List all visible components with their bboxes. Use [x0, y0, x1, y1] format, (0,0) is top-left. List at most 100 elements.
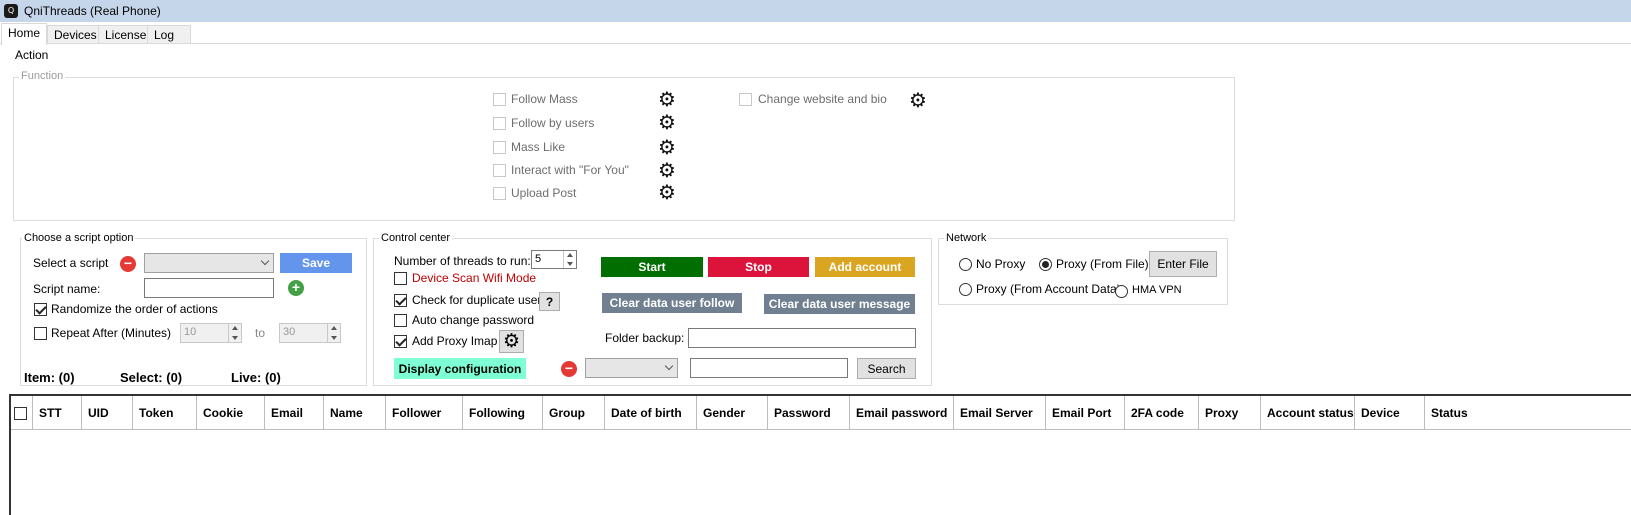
mass-like-checkbox[interactable]	[493, 141, 506, 154]
hma-vpn-radio[interactable]	[1115, 285, 1128, 298]
repeat-to-value: 30	[283, 326, 296, 338]
add-proxy-imap-label: Add Proxy Imap	[412, 334, 498, 348]
auto-change-password-checkbox[interactable]	[394, 314, 407, 327]
proxy-file-label: Proxy (From File)	[1056, 257, 1149, 271]
repeat-from-spinner[interactable]: 10	[180, 323, 242, 343]
column-password[interactable]: Password	[768, 396, 850, 430]
threads-value: 5	[535, 253, 542, 265]
column-gender[interactable]: Gender	[697, 396, 768, 430]
tab-devices[interactable]: Devices	[47, 25, 99, 44]
threads-spinner[interactable]: 5	[531, 250, 577, 269]
network-title: Network	[944, 232, 989, 244]
chevron-down-icon	[260, 256, 270, 266]
select-script-label: Select a script	[33, 256, 109, 270]
app-icon: Q	[4, 4, 18, 18]
column-email-password[interactable]: Email password	[850, 396, 954, 430]
column-uid[interactable]: UID	[82, 396, 133, 430]
column-email-port[interactable]: Email Port	[1046, 396, 1125, 430]
spinner-arrows-icon[interactable]	[327, 324, 340, 342]
repeat-to-spinner[interactable]: 30	[279, 323, 341, 343]
column-token[interactable]: Token	[133, 396, 197, 430]
follow-mass-gear-icon[interactable]: ⚙	[658, 89, 676, 109]
mass-like-gear-icon[interactable]: ⚙	[658, 137, 676, 157]
start-button[interactable]: Start	[601, 257, 703, 277]
follow-mass-label: Follow Mass	[511, 92, 578, 106]
column-following[interactable]: Following	[463, 396, 543, 430]
window-title: QniThreads (Real Phone)	[24, 4, 161, 18]
spinner-arrows-icon[interactable]	[228, 324, 241, 342]
tab-log[interactable]: Log	[147, 25, 191, 44]
column-group[interactable]: Group	[543, 396, 605, 430]
interact-for-you-gear-icon[interactable]: ⚙	[658, 160, 676, 180]
help-button[interactable]: ?	[539, 292, 560, 311]
add-account-button[interactable]: Add account	[815, 257, 915, 277]
change-website-bio-checkbox[interactable]	[739, 93, 752, 106]
column-proxy[interactable]: Proxy	[1199, 396, 1261, 430]
randomize-checkbox[interactable]	[34, 303, 47, 316]
title-bar: Q QniThreads (Real Phone)	[0, 0, 1631, 22]
function-label: Function	[19, 70, 66, 82]
clear-data-message-button[interactable]: Clear data user message	[764, 294, 915, 314]
table-header: STT UID Token Cookie Email Name Follower…	[11, 396, 1631, 430]
column-stt[interactable]: STT	[33, 396, 82, 430]
filter-dropdown[interactable]	[585, 358, 678, 378]
display-configuration-button[interactable]: Display configuration	[394, 358, 526, 379]
randomize-label: Randomize the order of actions	[51, 302, 218, 316]
script-name-label: Script name:	[33, 282, 101, 296]
column-date-of-birth[interactable]: Date of birth	[605, 396, 697, 430]
upload-post-checkbox[interactable]	[493, 187, 506, 200]
remove-filter-icon[interactable]: −	[561, 361, 577, 377]
select-all-checkbox[interactable]	[14, 406, 27, 420]
proxy-imap-gear-icon[interactable]: ⚙	[499, 330, 524, 353]
search-button[interactable]: Search	[857, 358, 916, 379]
column-status[interactable]: Status	[1425, 396, 1631, 430]
search-input[interactable]	[690, 358, 848, 378]
spinner-arrows-icon[interactable]	[563, 251, 576, 268]
tab-strip: Home Devices License Log	[0, 23, 1631, 45]
check-duplicate-label: Check for duplicate users	[412, 293, 548, 307]
tab-divider	[0, 43, 1631, 44]
stop-button[interactable]: Stop	[708, 257, 809, 277]
interact-for-you-checkbox[interactable]	[493, 164, 506, 177]
add-script-icon[interactable]: +	[288, 280, 304, 296]
script-name-input[interactable]	[144, 278, 274, 298]
column-follower[interactable]: Follower	[386, 396, 463, 430]
select-all-cell[interactable]	[11, 396, 33, 430]
function-group	[13, 77, 1235, 221]
column-2fa-code[interactable]: 2FA code	[1125, 396, 1199, 430]
mass-like-label: Mass Like	[511, 140, 566, 154]
clear-data-follow-button[interactable]: Clear data user follow	[602, 293, 742, 313]
proxy-file-radio[interactable]	[1039, 258, 1052, 271]
folder-backup-input[interactable]	[688, 328, 916, 348]
column-email-server[interactable]: Email Server	[954, 396, 1046, 430]
follow-mass-checkbox[interactable]	[493, 93, 506, 106]
device-scan-checkbox[interactable]	[394, 272, 407, 285]
column-device[interactable]: Device	[1355, 396, 1425, 430]
upload-post-gear-icon[interactable]: ⚙	[658, 182, 676, 202]
column-name[interactable]: Name	[324, 396, 386, 430]
to-label: to	[255, 326, 266, 340]
column-cookie[interactable]: Cookie	[197, 396, 265, 430]
column-account-status[interactable]: Account status	[1261, 396, 1355, 430]
remove-script-icon[interactable]: −	[120, 256, 136, 272]
no-proxy-radio[interactable]	[959, 258, 972, 271]
add-proxy-imap-checkbox[interactable]	[394, 335, 407, 348]
column-email[interactable]: Email	[265, 396, 324, 430]
tab-license[interactable]: License	[98, 25, 148, 44]
repeat-checkbox[interactable]	[34, 327, 47, 340]
repeat-label: Repeat After (Minutes)	[51, 326, 172, 340]
proxy-account-radio[interactable]	[959, 283, 972, 296]
tab-home[interactable]: Home	[1, 23, 47, 45]
enter-file-button[interactable]: Enter File	[1149, 251, 1217, 277]
follow-by-users-gear-icon[interactable]: ⚙	[658, 112, 676, 132]
item-count: Item: (0)	[24, 370, 75, 385]
check-duplicate-checkbox[interactable]	[394, 294, 407, 307]
save-button[interactable]: Save	[280, 253, 352, 273]
no-proxy-label: No Proxy	[976, 257, 1026, 271]
auto-change-password-label: Auto change password	[412, 313, 535, 327]
follow-by-users-checkbox[interactable]	[493, 117, 506, 130]
repeat-from-value: 10	[184, 326, 197, 338]
select-script-dropdown[interactable]	[144, 253, 274, 273]
accounts-table[interactable]: STT UID Token Cookie Email Name Follower…	[9, 394, 1631, 515]
change-website-bio-gear-icon[interactable]: ⚙	[909, 90, 927, 110]
